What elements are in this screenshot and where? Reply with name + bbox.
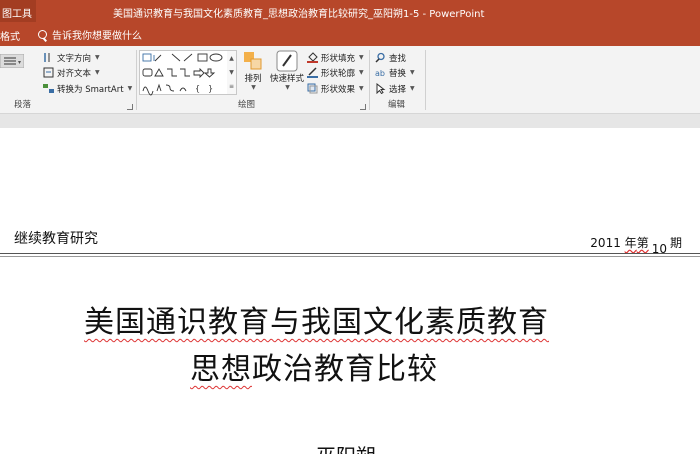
dropdown-arrow-icon: ▼	[95, 69, 100, 76]
shape-fill-button[interactable]: 形状填充 ▼	[307, 51, 364, 64]
issue-di: 第	[636, 236, 649, 250]
drawing-tools-context-tab[interactable]: 图工具	[0, 0, 36, 22]
line-spacing-button[interactable]: ▾	[0, 53, 24, 68]
arrange-icon	[244, 52, 262, 70]
tab-format[interactable]: 格式	[0, 22, 23, 46]
dropdown-arrow-icon: ▼	[359, 69, 364, 76]
shape-fill-label: 形状填充	[321, 53, 356, 64]
shape-outline-button[interactable]: 形状轮廓 ▼	[307, 66, 364, 79]
arrange-label: 排列	[244, 74, 262, 84]
align-text-button[interactable]: 对齐文本 ▼	[43, 66, 100, 79]
text-direction-icon	[44, 53, 50, 62]
dropdown-arrow-icon: ▼	[285, 84, 290, 91]
tell-me-text: 告诉我你想要做什么	[52, 30, 142, 42]
article-title-line-1: 美国通识教育与我国文化素质教育	[84, 305, 549, 340]
shape-outline-label: 形状轮廓	[321, 68, 356, 79]
dropdown-arrow-icon: ▼	[359, 85, 364, 92]
dropdown-arrow-icon: ▼	[127, 85, 133, 92]
text-direction-button[interactable]: 文字方向 ▼	[43, 51, 100, 64]
group-separator	[136, 50, 137, 110]
drawing-group-label: 绘图	[238, 100, 256, 110]
ribbon-tab-row: 格式 告诉我你想要做什么	[0, 22, 700, 46]
article-title-line-2: 思想政治教育比较	[190, 344, 438, 388]
author-name: 巫阳朔	[316, 440, 376, 454]
replace-button[interactable]: ab 替换 ▼	[375, 66, 415, 79]
article-title-line-2-part-b: 政治教育比较	[252, 352, 438, 387]
align-text-label: 对齐文本	[57, 68, 92, 79]
shape-effects-label: 形状效果	[321, 84, 356, 95]
svg-text:}: }	[208, 84, 213, 93]
search-icon	[38, 29, 47, 39]
find-label: 查找	[389, 53, 407, 64]
editing-group-label: 编辑	[388, 100, 406, 110]
replace-label: 替换	[389, 68, 407, 79]
svg-text:ab: ab	[375, 69, 385, 78]
shape-effects-button[interactable]: 形状效果 ▼	[307, 82, 364, 95]
header-rule	[0, 253, 700, 254]
find-icon	[375, 52, 385, 63]
convert-smartart-button[interactable]: 转换为 SmartArt ▼	[43, 82, 132, 95]
pen-icon	[307, 67, 318, 78]
paragraph-dialog-launcher[interactable]	[127, 104, 133, 110]
shape-effects-icon	[307, 83, 318, 94]
window-title: 美国通识教育与我国文化素质教育_思想政治教育比较研究_巫阳朔1-5 - Powe…	[113, 9, 485, 20]
paragraph-group-label: 段落	[14, 100, 32, 110]
dropdown-arrow-icon: ▼	[251, 84, 256, 91]
powerpoint-window: 图工具 美国通识教育与我国文化素质教育_思想政治教育比较研究_巫阳朔1-5 - …	[0, 0, 700, 454]
cursor-icon	[376, 83, 386, 94]
ribbon: ▾ 文字方向 ▼ 对齐文本 ▼ 转换为 SmartArt ▼ 段落 {} ▲ …	[0, 46, 700, 114]
svg-text:{: {	[195, 84, 200, 93]
group-separator	[425, 50, 426, 110]
gallery-down-icon: ▼	[229, 68, 234, 76]
dropdown-arrow-icon: ▼	[410, 85, 415, 92]
quick-styles-icon	[276, 50, 298, 72]
document-page[interactable]: 继续教育研究 2011 年第 10 期 美国通识教育与我国文化素质教育 思想政治教育…	[0, 128, 700, 454]
quick-styles-label: 快速样式	[270, 74, 305, 84]
quick-styles-button[interactable]: 快速样式 ▼	[270, 50, 304, 91]
article-title-line-2-part-a: 思想	[190, 352, 252, 387]
issue-nian: 年	[624, 236, 637, 250]
title-bar: 图工具 美国通识教育与我国文化素质教育_思想政治教育比较研究_巫阳朔1-5 - …	[0, 0, 700, 22]
drawing-dialog-launcher[interactable]	[360, 104, 366, 110]
issue-year: 2011	[590, 236, 621, 250]
convert-smartart-label: 转换为 SmartArt	[57, 84, 124, 95]
journal-name: 继续教育研究	[14, 231, 98, 247]
find-button[interactable]: 查找	[375, 51, 406, 64]
align-text-icon	[43, 67, 54, 78]
smartart-icon	[43, 84, 54, 93]
tell-me-box[interactable]: 告诉我你想要做什么	[38, 22, 142, 46]
text-direction-label: 文字方向	[57, 53, 92, 64]
replace-icon: ab	[375, 69, 385, 78]
workspace-gap	[0, 114, 700, 128]
issue-info: 2011 年第 10 期	[590, 234, 682, 256]
issue-qi: 期	[669, 236, 682, 250]
dropdown-arrow-icon: ▼	[410, 69, 415, 76]
dropdown-arrow-icon: ▼	[95, 54, 100, 61]
select-label: 选择	[389, 84, 407, 95]
select-button[interactable]: 选择 ▼	[375, 82, 415, 95]
gallery-up-icon: ▲	[229, 54, 234, 62]
dropdown-arrow-icon: ▼	[359, 54, 364, 61]
gallery-more-icon: ≡	[228, 83, 235, 91]
group-separator	[369, 50, 370, 110]
arrange-button[interactable]: 排列 ▼	[242, 50, 264, 91]
line-spacing-icon: ▾	[0, 53, 24, 68]
gallery-scrollbar[interactable]: ▲ ▼ ≡	[227, 50, 237, 95]
header-rule-secondary	[0, 256, 700, 257]
shapes-gallery-icons: { }	[142, 53, 223, 96]
shapes-gallery[interactable]: { }	[139, 50, 237, 96]
paint-bucket-icon	[307, 52, 318, 63]
svg-text:▾: ▾	[18, 59, 21, 66]
